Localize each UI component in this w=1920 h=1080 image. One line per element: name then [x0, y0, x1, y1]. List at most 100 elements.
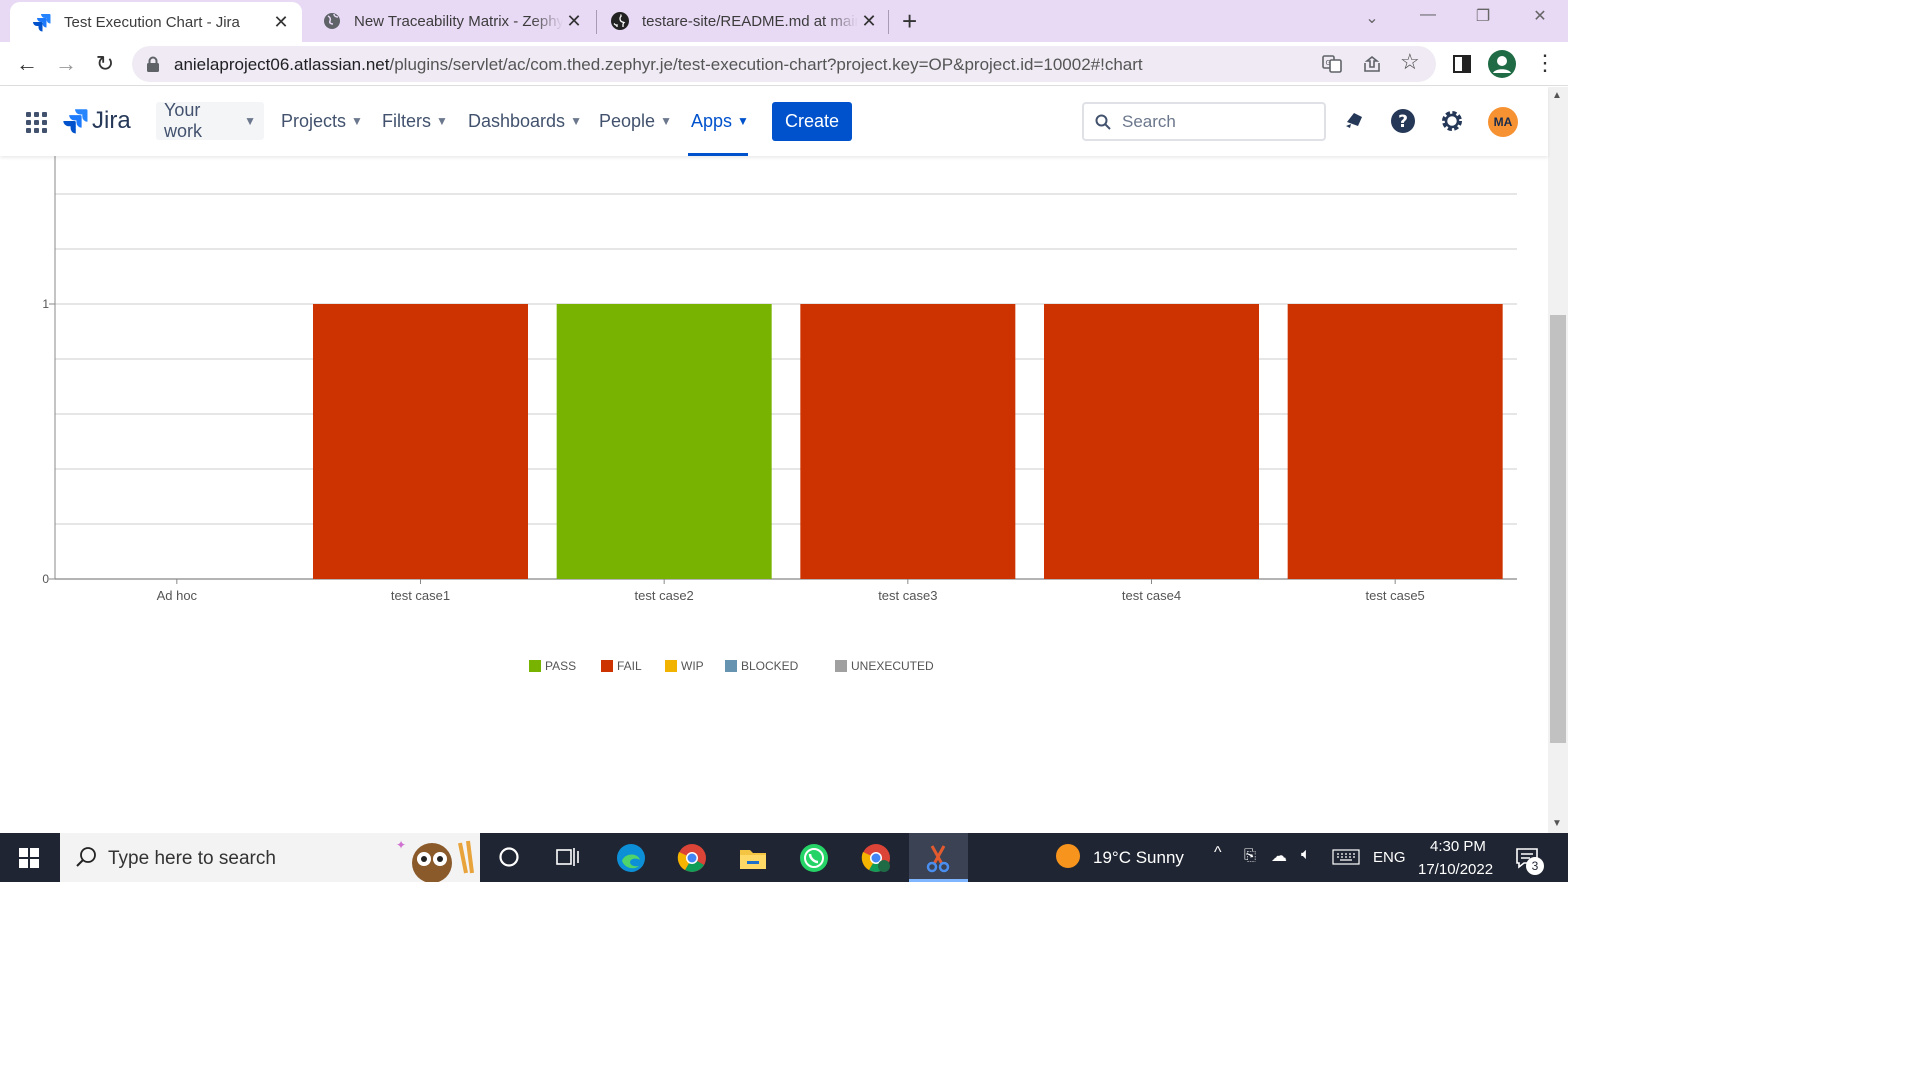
jira-wordmark: Jira	[92, 107, 131, 134]
restore-icon[interactable]: ❐	[1463, 6, 1503, 26]
file-explorer-icon[interactable]	[738, 843, 768, 873]
nav-people[interactable]: People ▼	[591, 102, 680, 140]
legend-item-fail[interactable]: FAIL	[601, 659, 642, 673]
share-icon[interactable]	[1362, 54, 1382, 74]
close-window-icon[interactable]: ✕	[1520, 6, 1560, 26]
onedrive-cloud-icon[interactable]: ☁	[1271, 846, 1287, 866]
create-button[interactable]: Create	[772, 102, 852, 141]
tab-github-readme[interactable]: testare-site/README.md at main ✕	[588, 0, 890, 42]
jira-icon	[33, 14, 51, 32]
github-icon	[611, 12, 629, 30]
nav-your-work[interactable]: Your work ▼	[156, 100, 264, 141]
nav-filters[interactable]: Filters ▼	[374, 102, 456, 140]
bar-fail	[1287, 304, 1503, 579]
show-hidden-icons-chevron-icon[interactable]: ^	[1214, 844, 1222, 862]
nav-dashboards[interactable]: Dashboards ▼	[460, 102, 590, 140]
tab-title: testare-site/README.md at main	[642, 12, 858, 30]
y-tick-label: 0	[42, 572, 49, 586]
bar-fail	[800, 304, 1016, 579]
volume-icon[interactable]: 🔈︎	[1301, 846, 1311, 864]
active-app-indicator	[909, 879, 968, 882]
tab-title: Test Execution Chart - Jira	[64, 13, 240, 31]
search-input[interactable]: Search	[1082, 102, 1326, 141]
windows-start-icon[interactable]	[19, 848, 39, 868]
nav-projects[interactable]: Projects ▼	[273, 102, 371, 140]
tab-separator	[888, 10, 889, 34]
close-tab-icon[interactable]: ✕	[270, 12, 292, 33]
notifications-icon[interactable]	[1342, 109, 1366, 133]
keyboard-icon[interactable]	[1332, 849, 1360, 865]
clock-time[interactable]: 4:30 PM	[1430, 838, 1486, 855]
jira-logo[interactable]: Jira	[62, 107, 131, 135]
chevron-down-icon: ▼	[570, 114, 582, 128]
address-bar[interactable]: anielaproject06.atlassian.net/plugins/se…	[132, 46, 1436, 82]
jira-top-navigation: Jira Your work ▼ Projects ▼ Filters ▼ Dashb…	[0, 87, 1548, 156]
notification-count-badge: 3	[1526, 857, 1544, 875]
legend-item-pass[interactable]: PASS	[529, 659, 576, 673]
settings-gear-icon[interactable]	[1439, 108, 1465, 134]
nav-apps[interactable]: Apps ▼	[683, 102, 757, 140]
scroll-down-arrow-icon[interactable]: ▼	[1552, 818, 1562, 829]
legend-item-wip[interactable]: WIP	[665, 659, 704, 673]
nav-label: People	[599, 110, 656, 131]
scrollbar-thumb[interactable]	[1550, 315, 1566, 743]
legend-label: WIP	[681, 659, 704, 673]
tab-test-execution-chart[interactable]: Test Execution Chart - Jira ✕	[10, 2, 302, 42]
sunny-weather-icon[interactable]	[1056, 844, 1080, 868]
selected-nav-indicator	[688, 153, 748, 156]
tab-search-chevron-icon[interactable]: ⌄	[1352, 8, 1392, 28]
tab-title: New Traceability Matrix - Zephyr	[354, 12, 563, 30]
legend-item-blocked[interactable]: BLOCKED	[725, 659, 798, 673]
lock-icon[interactable]	[146, 56, 160, 72]
app-switcher-icon[interactable]	[26, 112, 47, 133]
weather-text[interactable]: 19°C Sunny	[1093, 848, 1184, 868]
nav-label: Your work	[164, 100, 203, 141]
legend-label: UNEXECUTED	[851, 659, 934, 673]
translate-icon[interactable]: G	[1322, 54, 1342, 74]
clock-date[interactable]: 17/10/2022	[1418, 861, 1493, 878]
help-icon[interactable]: ?	[1390, 108, 1416, 134]
y-tick-label: 1	[42, 297, 49, 311]
browser-menu-icon[interactable]: ⋮	[1534, 50, 1556, 76]
edge-browser-icon[interactable]	[616, 843, 646, 873]
taskbar-search-box[interactable]: Type here to search ✦	[60, 833, 480, 882]
back-icon[interactable]: ←	[12, 50, 42, 78]
cortana-icon[interactable]	[498, 846, 520, 868]
reload-icon[interactable]: ↻	[90, 50, 120, 78]
bar-fail	[1044, 304, 1259, 579]
legend-label: PASS	[545, 659, 577, 673]
chevron-down-icon: ▼	[737, 114, 749, 128]
new-tab-icon[interactable]: +	[902, 6, 917, 37]
browser-tab-strip: Test Execution Chart - Jira ✕ New Tracea…	[0, 0, 1568, 42]
tab-traceability-matrix[interactable]: New Traceability Matrix - Zephyr ✕	[300, 0, 595, 42]
snipping-tool-icon[interactable]	[923, 843, 953, 873]
windows-taskbar: Type here to search ✦ 19°C Sunny ^ ⎘ ☁ 🔈…	[0, 833, 1568, 882]
chrome-profile-icon[interactable]	[861, 843, 891, 873]
task-view-icon[interactable]	[556, 846, 580, 868]
bar-fail	[313, 304, 528, 579]
x-tick-label: test case4	[1122, 588, 1181, 603]
input-language[interactable]: ENG	[1373, 849, 1406, 866]
scroll-up-arrow-icon[interactable]: ▲	[1552, 90, 1562, 101]
whatsapp-icon[interactable]	[799, 843, 829, 873]
bookmark-star-icon[interactable]: ☆	[1400, 49, 1420, 75]
x-tick-label: test case3	[878, 588, 937, 603]
chrome-icon[interactable]	[677, 843, 707, 873]
search-icon	[1095, 114, 1111, 130]
legend-item-unexecuted[interactable]: UNEXECUTED	[835, 659, 934, 673]
user-avatar[interactable]: MA	[1488, 107, 1518, 137]
minimize-icon[interactable]: —	[1408, 6, 1448, 24]
x-tick-label: test case1	[391, 588, 450, 603]
forward-icon[interactable]: →	[51, 50, 81, 78]
profile-avatar-icon[interactable]	[1488, 50, 1516, 78]
nav-label: Dashboards	[468, 110, 566, 131]
nav-label: Apps	[691, 110, 733, 131]
legend-swatch	[529, 660, 541, 672]
meet-now-icon[interactable]: ⎘	[1244, 847, 1256, 864]
close-tab-icon[interactable]: ✕	[563, 11, 585, 32]
legend-swatch	[601, 660, 613, 672]
globe-icon	[324, 13, 340, 29]
close-tab-icon[interactable]: ✕	[858, 11, 880, 32]
side-panel-icon[interactable]	[1452, 54, 1472, 74]
nav-label: Projects	[281, 110, 347, 131]
